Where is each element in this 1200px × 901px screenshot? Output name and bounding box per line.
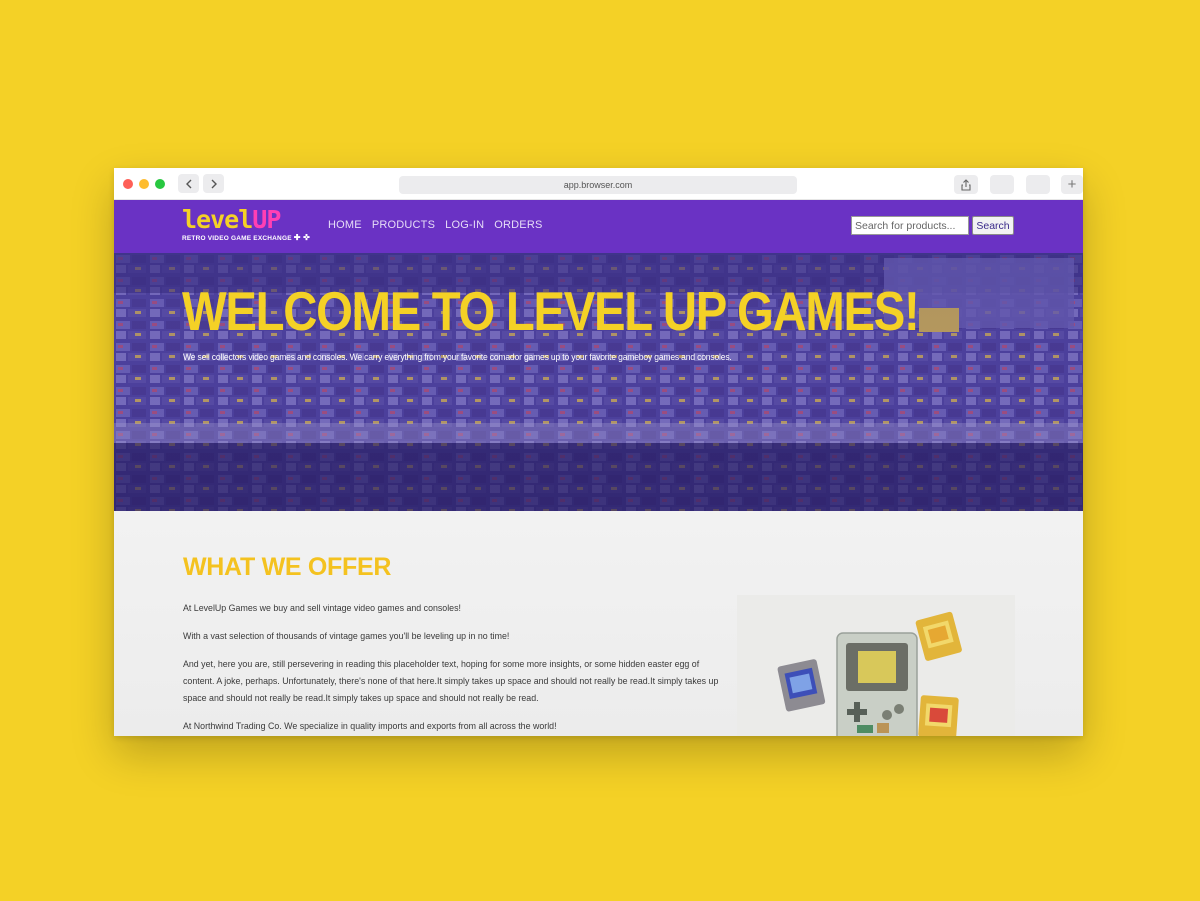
search-input[interactable] — [851, 216, 969, 235]
offer-paragraph: At LevelUp Games we buy and sell vintage… — [183, 603, 461, 614]
forward-button[interactable] — [203, 174, 224, 193]
logo-tagline: RETRO VIDEO GAME EXCHANGE — [182, 235, 292, 242]
offer-paragraph: With a vast selection of thousands of vi… — [183, 631, 510, 642]
main-menu: HOME PRODUCTS LOG-IN ORDERS — [328, 219, 553, 231]
nav-orders-link[interactable]: ORDERS — [494, 219, 542, 231]
offer-paragraph: And yet, here you are, still persevering… — [183, 659, 719, 704]
plus-icon: + — [1067, 176, 1077, 193]
gameboy-photo — [737, 595, 1015, 736]
levelup-logo[interactable]: levelUP RETRO VIDEO GAME EXCHANGE ✚ ✜ — [182, 205, 310, 242]
logo-word-up: UP — [252, 205, 281, 234]
logo-word-level: level — [182, 205, 253, 234]
browser-window: app.browser.com + levelUP RETRO VIDEO GA… — [114, 168, 1083, 736]
chevron-right-icon — [211, 179, 217, 188]
hero-title: WELCOME TO LEVEL UP GAMES! — [182, 280, 920, 342]
share-icon — [961, 178, 971, 191]
hero-banner: WELCOME TO LEVEL UP GAMES! We sell colle… — [114, 253, 1083, 511]
address-bar[interactable]: app.browser.com — [399, 176, 797, 194]
search-button[interactable]: Search — [972, 216, 1014, 235]
gameboy-illustration — [737, 595, 1015, 736]
new-tab-button[interactable]: + — [1061, 175, 1083, 194]
offer-title: WHAT WE OFFER — [183, 553, 392, 581]
toolbar-button[interactable] — [1026, 175, 1050, 194]
site-navbar: levelUP RETRO VIDEO GAME EXCHANGE ✚ ✜ HO… — [114, 200, 1083, 253]
maximize-window-button[interactable] — [155, 179, 165, 189]
nav-products-link[interactable]: PRODUCTS — [372, 219, 435, 231]
offer-paragraph: At Northwind Trading Co. We specialize i… — [183, 721, 557, 732]
offer-section: WHAT WE OFFER At LevelUp Games we buy an… — [114, 511, 1083, 736]
url-text: app.browser.com — [563, 180, 633, 190]
toolbar-button[interactable] — [990, 175, 1014, 194]
share-button[interactable] — [954, 175, 978, 194]
nav-home-link[interactable]: HOME — [328, 219, 362, 231]
minimize-window-button[interactable] — [139, 179, 149, 189]
nav-login-link[interactable]: LOG-IN — [445, 219, 484, 231]
back-button[interactable] — [178, 174, 199, 193]
close-window-button[interactable] — [123, 179, 133, 189]
browser-toolbar: app.browser.com + — [114, 168, 1083, 200]
hero-text: We sell collectors video games and conso… — [183, 352, 732, 363]
chevron-left-icon — [185, 179, 191, 188]
offer-body: At LevelUp Games we buy and sell vintage… — [183, 600, 728, 736]
dpad-icon: ✚ ✜ — [293, 233, 310, 242]
